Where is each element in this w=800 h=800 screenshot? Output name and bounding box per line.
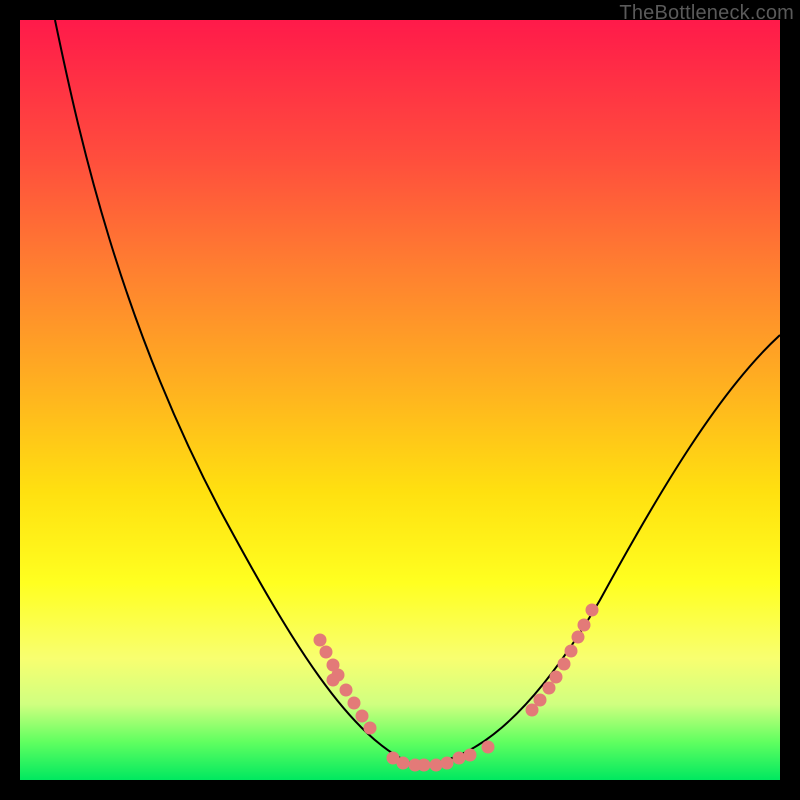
- highlight-dot: [340, 684, 353, 697]
- highlight-dot: [441, 757, 454, 770]
- highlight-dot: [356, 710, 369, 723]
- highlight-dot: [364, 722, 377, 735]
- highlight-dot: [348, 697, 361, 710]
- highlight-dot: [314, 634, 327, 647]
- highlight-dot: [482, 741, 495, 754]
- highlight-dot: [572, 631, 585, 644]
- highlight-dot: [397, 757, 410, 770]
- highlight-dot: [430, 759, 443, 772]
- highlight-dot: [327, 674, 340, 687]
- highlight-dot: [464, 749, 477, 762]
- highlight-dot: [565, 645, 578, 658]
- curve-right: [415, 335, 780, 765]
- highlight-dot: [453, 752, 466, 765]
- dot-cluster-left: [314, 634, 377, 735]
- highlight-dot: [534, 694, 547, 707]
- highlight-dot: [578, 619, 591, 632]
- watermark-text: TheBottleneck.com: [619, 2, 794, 25]
- dot-cluster-right: [526, 604, 599, 717]
- highlight-dot: [586, 604, 599, 617]
- chart-plot-area: [20, 20, 780, 780]
- highlight-dot: [558, 658, 571, 671]
- highlight-dot: [320, 646, 333, 659]
- chart-svg: [20, 20, 780, 780]
- highlight-dot: [550, 671, 563, 684]
- highlight-dot: [543, 682, 556, 695]
- curve-left: [55, 20, 415, 765]
- highlight-dot: [418, 759, 431, 772]
